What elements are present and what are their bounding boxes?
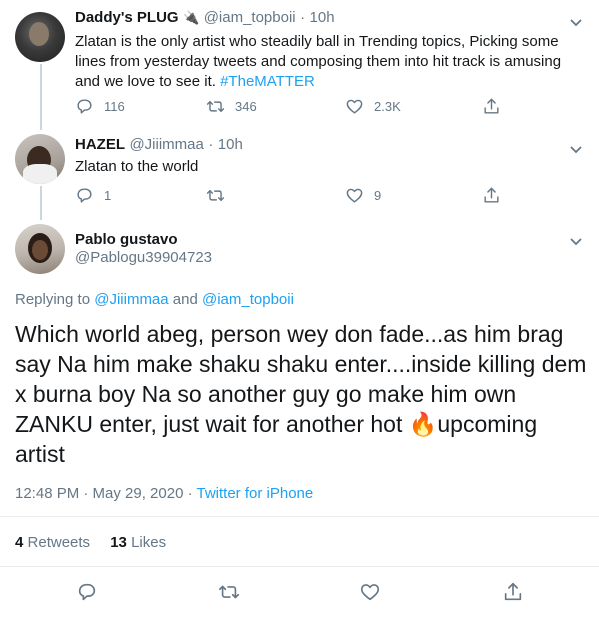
tweet-text-line: artist [15,441,65,467]
share-icon [504,582,522,601]
replying-prefix: Replying to [15,291,95,308]
share-button[interactable] [502,581,524,603]
avatar-face [29,22,49,46]
share-icon [484,187,499,203]
like-icon [346,99,363,114]
tweet1-header: Daddy's PLUG 🔌 @iam_topboii · 10h [75,9,335,27]
retweet-button[interactable] [218,581,240,603]
replying-to: Replying to @Jiiimmaa and @iam_topboii [15,291,294,308]
likes-label: Likes [131,534,167,551]
tweet-text-line: x burna boy Na so another guy go make hi… [15,381,517,407]
plug-emoji: 🔌 [183,10,200,25]
retweet-button[interactable] [206,186,235,205]
user-handle[interactable]: @Jiiimmaa [129,136,203,153]
retweet-icon [206,101,225,112]
tweet-time[interactable]: 10h [218,136,243,153]
tweet-text-line: and we love to see it. #TheMATTER [75,72,585,92]
more-chevron-icon[interactable] [569,15,583,27]
avatar-face [32,240,48,260]
like-count: 2.3K [374,99,401,114]
avatar-daddys-plug[interactable] [15,12,65,62]
more-chevron-icon[interactable] [569,142,583,154]
avatar-pablo-gustavo[interactable] [15,224,65,274]
reply-icon [78,583,96,601]
retweets-label: Retweets [27,534,91,551]
likes-count: 13 [110,534,127,551]
replying-and: and [168,291,202,308]
tweet-time[interactable]: 10h [310,9,335,26]
tweet2-text: Zlatan to the world [75,158,199,175]
like-count: 9 [374,188,382,203]
retweet-icon [219,585,239,599]
retweet-button[interactable]: 346 [206,97,257,116]
reply-button[interactable]: 116 [75,97,125,116]
user-name[interactable]: HAZEL [75,136,125,153]
tweet-text-line: lines from yesterday tweets and composin… [75,53,562,70]
retweet-count: 346 [235,99,257,114]
tweet-text-line: say Na him make shaku shaku enter....ins… [15,351,587,377]
thread-line [40,186,42,220]
timestamp-text[interactable]: 12:48 PM · May 29, 2020 · [15,485,197,502]
user-name[interactable]: Pablo gustavo [75,231,212,248]
user-handle[interactable]: @Pablogu39904723 [75,249,212,266]
fire-emoji: 🔥 [408,411,438,437]
main-tweet-text: Which world abeg, person wey don fade...… [15,319,587,469]
user-name[interactable]: Daddy's PLUG [75,9,179,26]
avatar-hazel[interactable] [15,134,65,184]
tweet1-text: Zlatan is the only artist who steadily b… [75,32,585,92]
tweet-text-span: and we love to see it. [75,73,221,90]
likes-stat[interactable]: 13 Likes [110,534,166,551]
tweet2-header: HAZEL @Jiiimmaa · 10h [75,136,243,154]
retweets-stat[interactable]: 4 Retweets [15,534,90,551]
tweet-text-span: upcoming [437,411,538,437]
tweet-text-line: ZANKU enter, just wait for another hot 🔥… [15,409,585,439]
tweet-text-span: ZANKU enter, just wait for another hot [15,411,409,437]
thread-line [40,64,42,130]
reply-icon [77,188,92,203]
share-button[interactable] [482,97,501,116]
share-button[interactable] [482,186,501,205]
like-icon [360,584,380,601]
divider [0,566,599,567]
reply-count: 1 [104,188,112,203]
avatar-shirt [23,164,57,184]
like-button[interactable]: 2.3K [345,97,401,116]
reply-mention-link[interactable]: @iam_topboii [202,291,294,308]
tweet-stats: 4 Retweets 13 Likes [15,534,166,551]
retweets-count: 4 [15,534,24,551]
separator-dot: · [208,136,214,153]
hashtag-link[interactable]: #TheMATTER [220,73,315,90]
tweet-timestamp: 12:48 PM · May 29, 2020 · Twitter for iP… [15,485,313,502]
separator-dot: · [300,9,306,26]
reply-count: 116 [104,99,125,114]
tweet-text-line: Which world abeg, person wey don fade...… [15,321,564,347]
like-button[interactable] [359,581,381,603]
retweet-icon [206,190,225,201]
reply-mention-link[interactable]: @Jiiimmaa [94,291,168,308]
reply-button[interactable]: 1 [75,186,111,205]
main-header: Pablo gustavo @Pablogu39904723 [75,231,212,266]
user-handle[interactable]: @iam_topboii [204,9,296,26]
like-icon [346,188,363,203]
like-button[interactable]: 9 [345,186,381,205]
share-icon [484,98,499,114]
tweet-text-line: Zlatan is the only artist who steadily b… [75,33,559,50]
client-link[interactable]: Twitter for iPhone [197,485,314,502]
more-chevron-icon[interactable] [569,234,583,246]
reply-icon [77,99,92,114]
reply-button[interactable] [76,581,98,603]
divider [0,516,599,517]
